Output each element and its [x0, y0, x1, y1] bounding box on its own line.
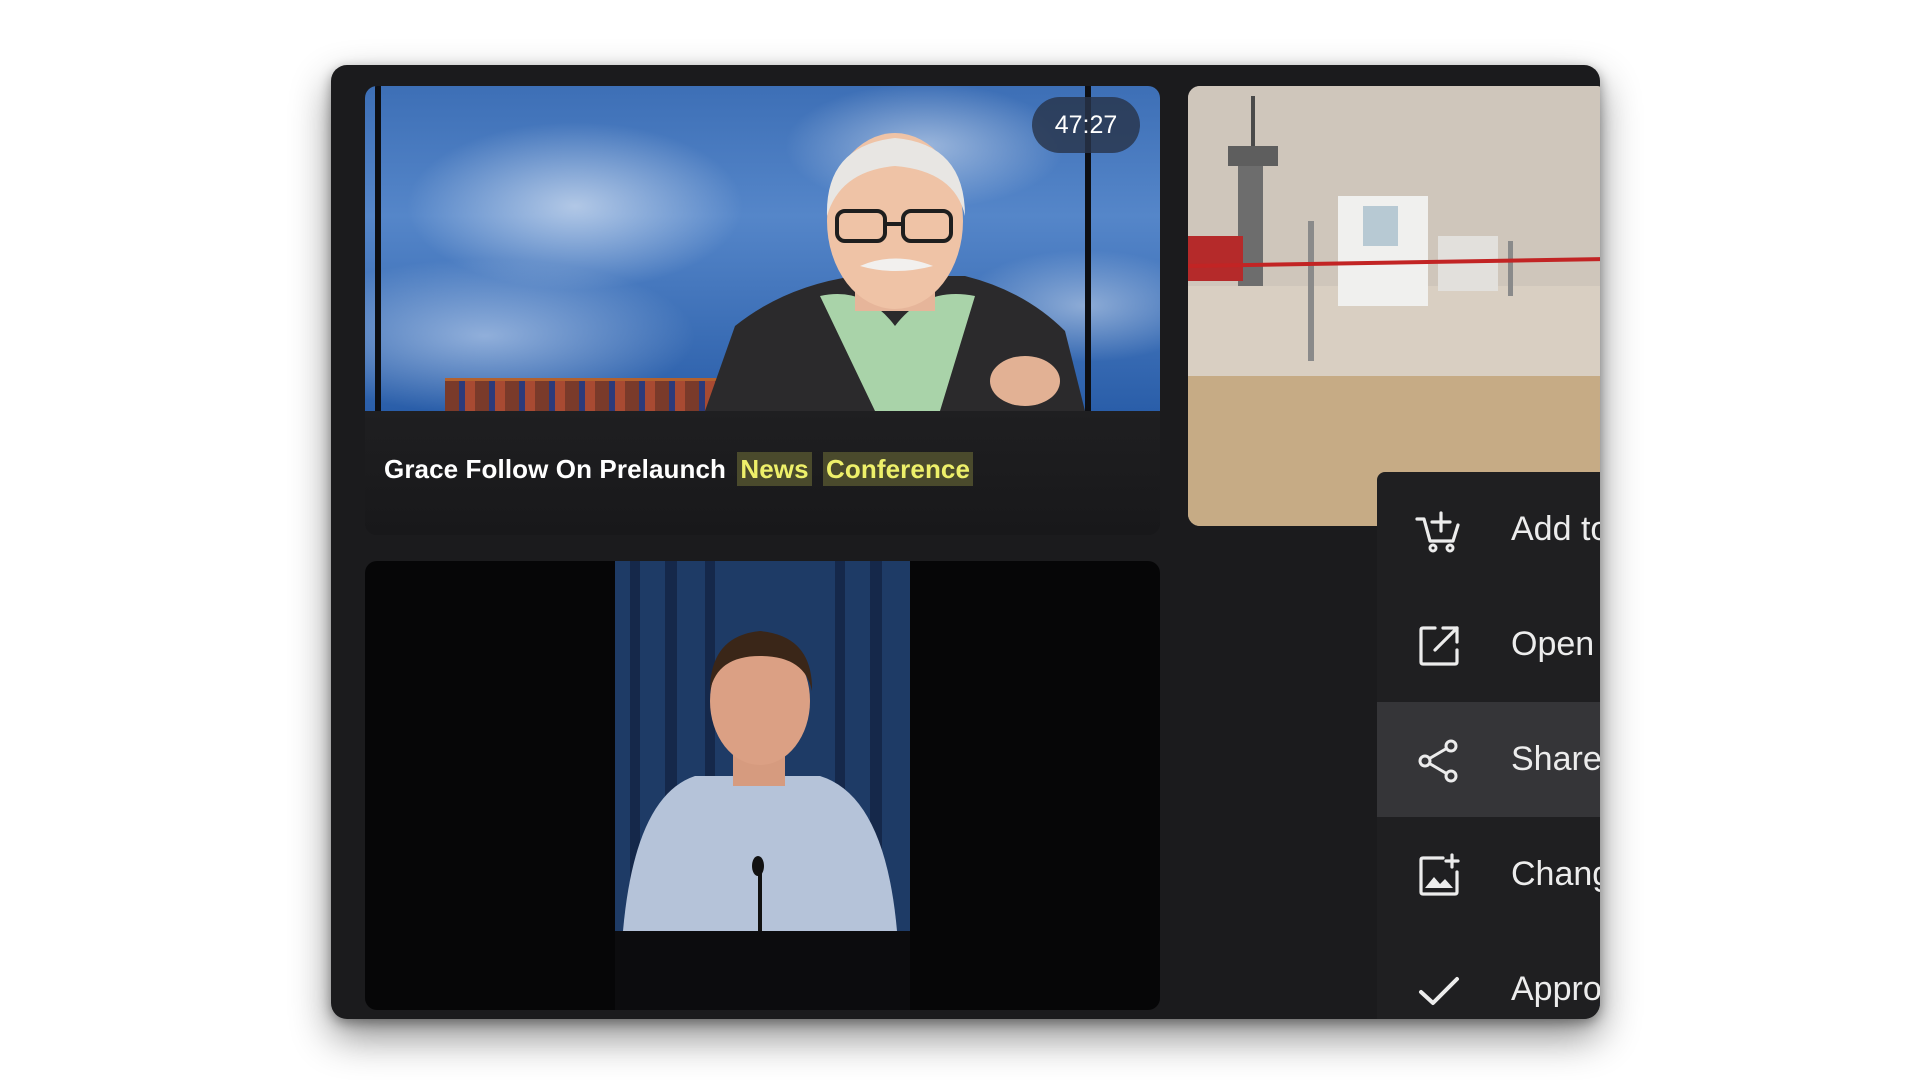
add-to-cart-icon [1415, 511, 1460, 553]
menu-item-label: Add to cart [1511, 510, 1600, 548]
menu-item-share[interactable]: Share [1377, 702, 1600, 817]
menu-item-label: Change thumbnail [1511, 855, 1600, 893]
launch-site-thumbnail [1188, 86, 1600, 526]
checkmark-icon [1419, 977, 1459, 1005]
menu-item-label: Share [1511, 740, 1600, 778]
context-menu: Add to cart Open event Share [1377, 472, 1600, 1019]
share-icon [1418, 739, 1458, 783]
media-grid-panel: 47:27 Grace Follow On Prelaunch News Con… [331, 65, 1600, 1019]
menu-item-label: Open event [1511, 625, 1600, 663]
menu-item-change-thumbnail[interactable]: Change thumbnail [1377, 817, 1600, 932]
video-card-speaker[interactable] [365, 561, 1160, 1010]
menu-item-open-event[interactable]: Open event [1377, 587, 1600, 702]
duration-badge: 47:27 [1032, 97, 1140, 153]
speaker-thumbnail [615, 561, 910, 1010]
search-highlight-conference: Conference [823, 452, 974, 486]
video-title-plain: Grace Follow On Prelaunch [384, 454, 727, 484]
frame-bar-left [375, 86, 381, 411]
presenter-figure [705, 133, 1085, 411]
search-highlight-news: News [737, 452, 812, 486]
video-card-launch-site[interactable] [1188, 86, 1600, 526]
video-title[interactable]: Grace Follow On Prelaunch News Conferenc… [384, 452, 974, 486]
menu-item-approve[interactable]: Approve [1377, 932, 1600, 1019]
video-thumbnail[interactable]: 47:27 [365, 86, 1160, 411]
video-card-news-conference[interactable]: 47:27 Grace Follow On Prelaunch News Con… [365, 86, 1160, 535]
open-external-icon [1419, 626, 1459, 666]
menu-item-add-to-cart[interactable]: Add to cart [1377, 472, 1600, 587]
menu-item-label: Approve [1511, 970, 1600, 1008]
change-image-icon [1419, 853, 1460, 896]
